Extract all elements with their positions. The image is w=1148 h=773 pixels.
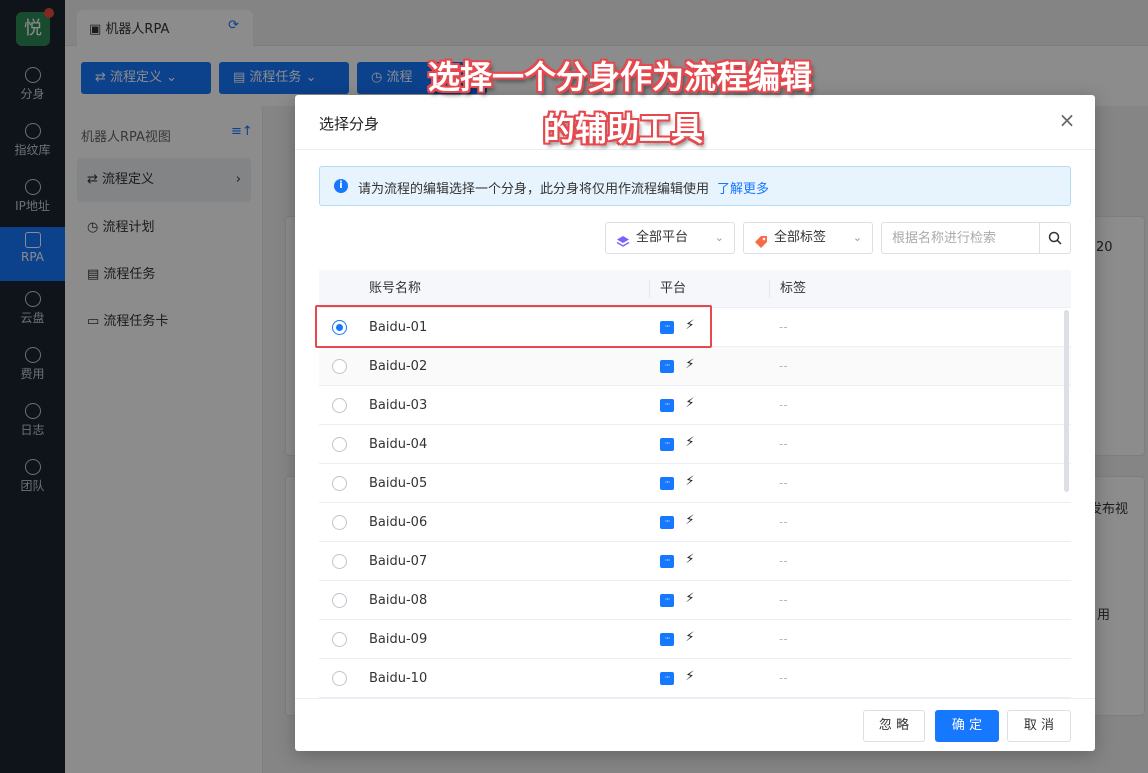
tag-filter-select[interactable]: 全部标签 ⌄ [743, 222, 873, 254]
platform-icon: ··· [660, 477, 674, 490]
cancel-button[interactable]: 取 消 [1007, 710, 1071, 742]
platform-icon: ··· [660, 672, 674, 685]
account-name: Baidu-09 [369, 632, 428, 647]
row-radio[interactable] [332, 671, 347, 686]
platform-icon: ··· [660, 399, 674, 412]
table-row[interactable]: Baidu-03 ··· ⚡ -- [319, 386, 1071, 425]
ignore-button[interactable]: 忽 略 [863, 710, 925, 742]
table-row[interactable]: Baidu-08 ··· ⚡ -- [319, 581, 1071, 620]
lightning-icon: ⚡ [685, 591, 695, 606]
platform-icon: ··· [660, 438, 674, 451]
account-name: Baidu-04 [369, 437, 428, 452]
tag-filter-label: 全部标签 [774, 230, 827, 245]
search-box [881, 222, 1071, 254]
platform-icon: ··· [660, 555, 674, 568]
confirm-button[interactable]: 确 定 [935, 710, 999, 742]
account-name: Baidu-07 [369, 554, 428, 569]
platform-icon: ··· [660, 360, 674, 373]
row-radio[interactable] [332, 515, 347, 530]
column-header-platform: 平台 [660, 281, 687, 296]
account-name: Baidu-08 [369, 593, 428, 608]
close-icon[interactable]: × [1057, 109, 1077, 131]
column-divider [649, 280, 650, 298]
table-row[interactable]: Baidu-09 ··· ⚡ -- [319, 620, 1071, 659]
table-scrollbar[interactable] [1064, 310, 1069, 492]
annotation-line-2: 的辅助工具 [543, 110, 704, 148]
tag-value: -- [779, 320, 788, 334]
account-name: Baidu-10 [369, 671, 428, 686]
row-radio[interactable] [332, 593, 347, 608]
highlight-box [315, 305, 712, 348]
lightning-icon: ⚡ [685, 435, 695, 450]
column-header-name: 账号名称 [369, 281, 422, 296]
platform-icon: ··· [660, 516, 674, 529]
search-input[interactable] [882, 223, 1040, 253]
lightning-icon: ⚡ [685, 396, 695, 411]
learn-more-link[interactable]: 了解更多 [717, 182, 769, 197]
tag-value: -- [779, 437, 788, 451]
table-row[interactable]: Baidu-10 ··· ⚡ -- [319, 659, 1071, 698]
account-name: Baidu-05 [369, 476, 428, 491]
account-name: Baidu-03 [369, 398, 428, 413]
select-profile-dialog: 选择分身 × i 请为流程的编辑选择一个分身，此分身将仅用作流程编辑使用 了解更多… [295, 95, 1095, 751]
table-row[interactable]: Baidu-04 ··· ⚡ -- [319, 425, 1071, 464]
platform-filter-select[interactable]: 全部平台 ⌄ [605, 222, 735, 254]
tag-value: -- [779, 515, 788, 529]
lightning-icon: ⚡ [685, 513, 695, 528]
lightning-icon: ⚡ [685, 474, 695, 489]
row-radio[interactable] [332, 437, 347, 452]
search-icon[interactable] [1039, 223, 1070, 253]
lightning-icon: ⚡ [685, 630, 695, 645]
column-header-tag: 标签 [780, 281, 807, 296]
profile-table-body: Baidu-01 ··· ⚡ -- Baidu-02 ··· ⚡ -- Baid… [319, 308, 1071, 698]
table-row[interactable]: Baidu-02 ··· ⚡ -- [319, 347, 1071, 386]
dialog-title: 选择分身 [319, 115, 380, 133]
platform-icon: ··· [660, 633, 674, 646]
lightning-icon: ⚡ [685, 669, 695, 684]
tag-value: -- [779, 476, 788, 490]
row-radio[interactable] [332, 398, 347, 413]
lightning-icon: ⚡ [685, 357, 695, 372]
row-radio[interactable] [332, 359, 347, 374]
table-row[interactable]: Baidu-06 ··· ⚡ -- [319, 503, 1071, 542]
column-divider [769, 280, 770, 298]
tag-value: -- [779, 632, 788, 646]
table-row[interactable]: Baidu-05 ··· ⚡ -- [319, 464, 1071, 503]
account-name: Baidu-06 [369, 515, 428, 530]
annotation-line-1: 选择一个分身作为流程编辑 [428, 58, 813, 96]
row-radio[interactable] [332, 554, 347, 569]
table-row[interactable]: Baidu-07 ··· ⚡ -- [319, 542, 1071, 581]
row-radio[interactable] [332, 476, 347, 491]
tag-value: -- [779, 554, 788, 568]
alert-text: 请为流程的编辑选择一个分身，此分身将仅用作流程编辑使用 了解更多 [358, 178, 769, 197]
tag-icon [754, 231, 768, 248]
lightning-icon: ⚡ [685, 552, 695, 567]
row-radio[interactable] [332, 632, 347, 647]
platform-icon: ··· [660, 594, 674, 607]
chevron-down-icon: ⌄ [714, 231, 724, 244]
dialog-footer: 忽 略 确 定 取 消 [295, 698, 1095, 751]
tag-value: -- [779, 359, 788, 373]
info-icon: i [334, 179, 348, 193]
alert-message: 请为流程的编辑选择一个分身，此分身将仅用作流程编辑使用 [358, 182, 710, 197]
layers-icon [616, 231, 630, 247]
tag-value: -- [779, 398, 788, 412]
tag-value: -- [779, 671, 788, 685]
table-header: 账号名称 平台 标签 [319, 270, 1071, 308]
account-name: Baidu-02 [369, 359, 428, 374]
info-alert: i 请为流程的编辑选择一个分身，此分身将仅用作流程编辑使用 了解更多 [319, 166, 1071, 206]
platform-filter-label: 全部平台 [636, 230, 689, 245]
tag-value: -- [779, 593, 788, 607]
chevron-down-icon: ⌄ [852, 231, 862, 244]
